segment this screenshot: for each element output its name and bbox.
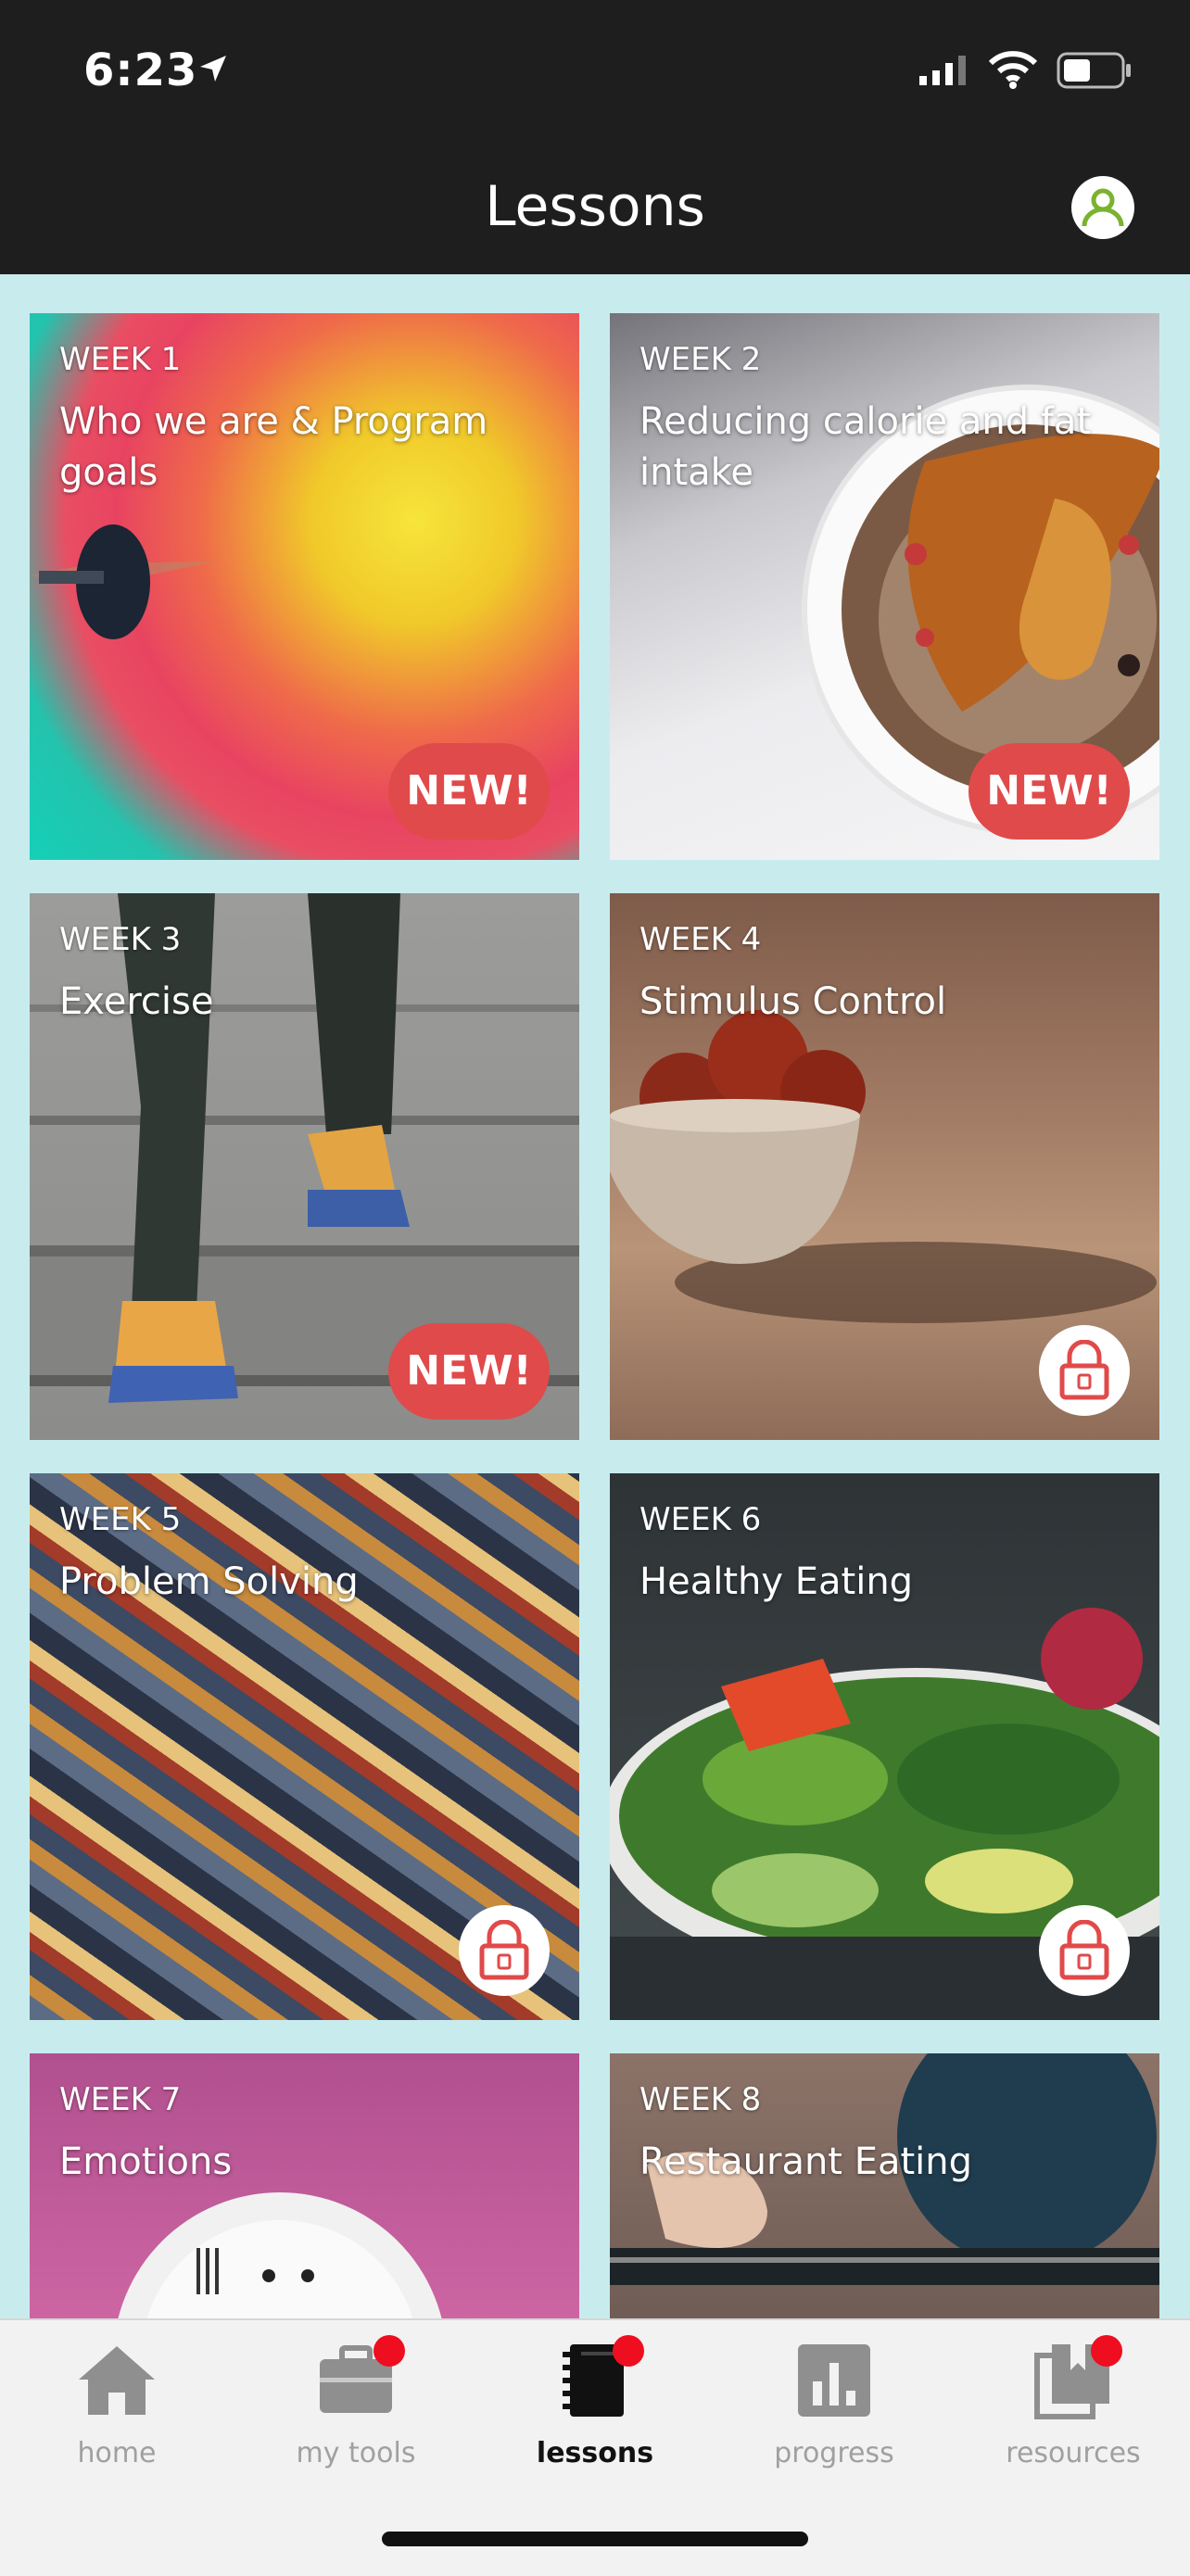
lesson-week-label: WEEK 1 bbox=[59, 341, 182, 378]
lesson-week-label: WEEK 8 bbox=[639, 2081, 762, 2118]
lock-badge bbox=[1039, 1325, 1130, 1416]
lesson-title: Exercise bbox=[59, 980, 214, 1023]
lock-badge bbox=[1039, 1905, 1130, 1996]
tab-label: home bbox=[77, 2437, 157, 2469]
lesson-title: Emotions bbox=[59, 2140, 233, 2183]
notification-dot bbox=[373, 2335, 405, 2367]
page-title: Lessons bbox=[485, 174, 705, 239]
status-bar: 6:23 bbox=[0, 0, 1190, 139]
home-icon bbox=[75, 2339, 158, 2422]
tab-progress[interactable]: progress bbox=[723, 2339, 945, 2469]
lesson-card-week-2[interactable]: WEEK 2 Reducing calorie and fat intake N… bbox=[610, 313, 1159, 860]
notification-dot bbox=[1091, 2335, 1122, 2367]
lesson-title: Who we are & Program goals bbox=[59, 400, 488, 494]
user-icon bbox=[1082, 188, 1124, 227]
lesson-title: Reducing calorie and fat intake bbox=[639, 400, 1092, 494]
tab-my-tools[interactable]: my tools bbox=[245, 2335, 467, 2469]
home-indicator[interactable] bbox=[382, 2532, 808, 2546]
lesson-week-label: WEEK 7 bbox=[59, 2081, 182, 2118]
lesson-card-week-7[interactable]: WEEK 7 Emotions bbox=[30, 2053, 579, 2318]
lesson-card-week-8[interactable]: WEEK 8 Restaurant Eating bbox=[610, 2053, 1159, 2318]
battery-icon bbox=[1057, 52, 1131, 89]
new-badge: NEW! bbox=[388, 743, 550, 840]
tab-label: my tools bbox=[296, 2437, 416, 2469]
lesson-card-week-4[interactable]: WEEK 4 Stimulus Control bbox=[610, 893, 1159, 1440]
lesson-week-label: WEEK 4 bbox=[639, 921, 762, 958]
tab-resources[interactable]: resources bbox=[962, 2335, 1184, 2469]
new-badge: NEW! bbox=[968, 743, 1130, 840]
lock-icon bbox=[479, 1920, 529, 1980]
lesson-title: Healthy Eating bbox=[639, 1560, 914, 1603]
lesson-card-week-5[interactable]: WEEK 5 Problem Solving bbox=[30, 1473, 579, 2020]
tab-home[interactable]: home bbox=[6, 2339, 228, 2469]
profile-button[interactable] bbox=[1071, 176, 1134, 239]
lesson-card-week-6[interactable]: WEEK 6 Healthy Eating bbox=[610, 1473, 1159, 2020]
lock-badge bbox=[459, 1905, 550, 1996]
lesson-title: Restaurant Eating bbox=[639, 2140, 973, 2183]
lock-icon bbox=[1059, 1340, 1109, 1400]
bar-chart-icon bbox=[792, 2339, 876, 2422]
tab-label: resources bbox=[1006, 2437, 1141, 2469]
lesson-title: Problem Solving bbox=[59, 1560, 359, 1603]
lesson-card-week-3[interactable]: WEEK 3 Exercise NEW! bbox=[30, 893, 579, 1440]
lesson-week-label: WEEK 3 bbox=[59, 921, 182, 958]
wifi-icon bbox=[988, 51, 1038, 89]
location-arrow-icon bbox=[200, 56, 226, 82]
lesson-week-label: WEEK 5 bbox=[59, 1501, 182, 1538]
toolbox-icon bbox=[314, 2335, 405, 2422]
lesson-card-week-1[interactable]: WEEK 1 Who we are & Program goals NEW! bbox=[30, 313, 579, 860]
lock-icon bbox=[1059, 1920, 1109, 1980]
bookmark-icon bbox=[1032, 2335, 1122, 2422]
tab-label: lessons bbox=[536, 2437, 654, 2469]
lessons-grid: WEEK 1 Who we are & Program goals NEW! W… bbox=[0, 274, 1190, 2318]
new-badge: NEW! bbox=[388, 1323, 550, 1420]
cellular-signal-icon bbox=[919, 56, 966, 85]
notification-dot bbox=[613, 2335, 644, 2367]
lesson-week-label: WEEK 2 bbox=[639, 341, 762, 378]
tab-lessons[interactable]: lessons bbox=[484, 2335, 706, 2469]
tab-label: progress bbox=[774, 2437, 894, 2469]
lesson-week-label: WEEK 6 bbox=[639, 1501, 762, 1538]
notebook-icon bbox=[553, 2335, 644, 2422]
status-time: 6:23 bbox=[83, 44, 198, 96]
lesson-title: Stimulus Control bbox=[639, 980, 947, 1023]
